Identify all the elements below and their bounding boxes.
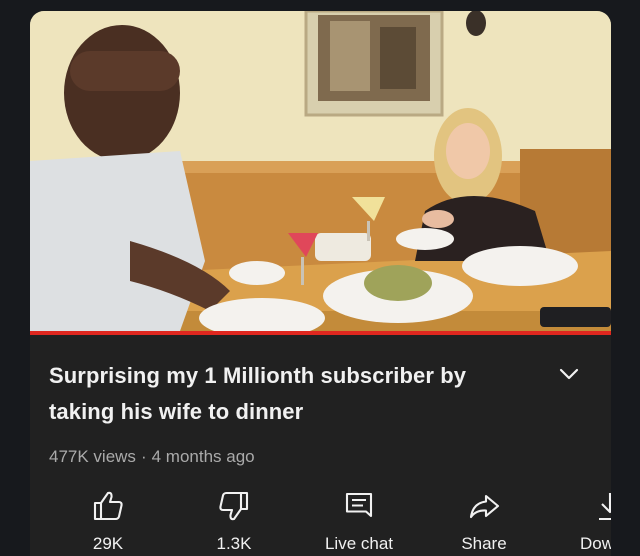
- dislike-count: 1.3K: [216, 534, 252, 553]
- video-metadata: 477K views · 4 months ago: [49, 446, 255, 468]
- upload-age: 4 months ago: [151, 447, 255, 466]
- share-button[interactable]: Share: [429, 489, 539, 556]
- video-frame-illustration: [30, 11, 611, 331]
- meta-separator: ·: [140, 447, 147, 466]
- download-icon: [599, 493, 611, 521]
- video-title[interactable]: Surprising my 1 Millionth subscriber by …: [49, 358, 529, 430]
- download-label: Down: [580, 534, 611, 553]
- live-chat-label: Live chat: [324, 534, 394, 553]
- chevron-down-icon[interactable]: [556, 364, 582, 384]
- share-label: Share: [461, 534, 507, 553]
- video-card: Surprising my 1 Millionth subscriber by …: [30, 11, 611, 556]
- view-count: 477K views: [49, 447, 136, 466]
- video-thumbnail[interactable]: [30, 11, 611, 331]
- chat-icon: [345, 492, 373, 518]
- like-count: 29K: [92, 534, 124, 553]
- thumbs-up-icon: [93, 491, 123, 521]
- share-arrow-icon: [469, 494, 500, 519]
- screenshot-frame: Surprising my 1 Millionth subscriber by …: [0, 0, 640, 556]
- live-chat-button[interactable]: Live chat: [304, 489, 414, 556]
- download-button[interactable]: Down: [545, 489, 611, 556]
- video-progress-fill: [30, 331, 611, 335]
- thumbs-down-icon: [219, 491, 249, 521]
- video-progress-bar[interactable]: [30, 331, 611, 335]
- dislike-button[interactable]: 1.3K: [179, 489, 289, 556]
- like-button[interactable]: 29K: [53, 489, 163, 556]
